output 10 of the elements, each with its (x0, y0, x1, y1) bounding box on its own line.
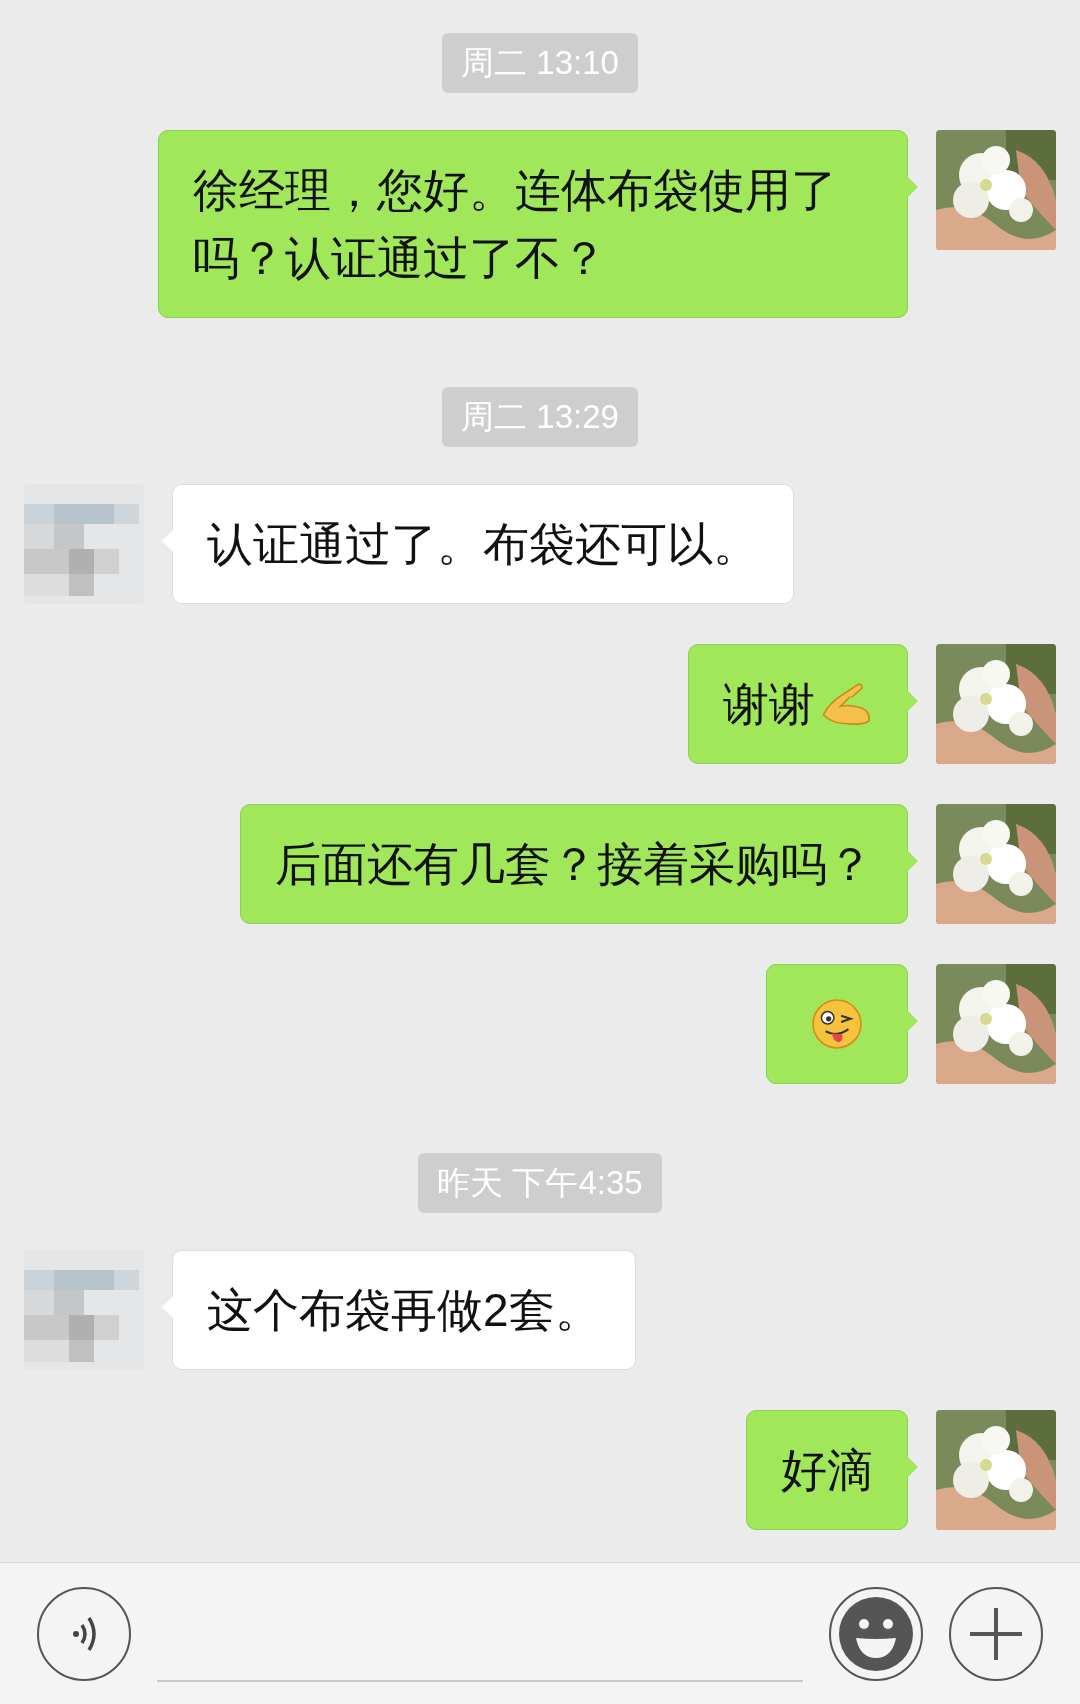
message-bubble: 认证通过了。布袋还可以。 (172, 484, 794, 604)
winking-face-icon (811, 998, 863, 1050)
message-bubble: 后面还有几套？接着采购吗？ (240, 804, 908, 924)
message-bubble: 徐经理，您好。连体布袋使用了吗？认证通过了不？ (158, 130, 908, 318)
message-bubble: 好滴 (746, 1410, 908, 1530)
message-bubble: 这个布袋再做2套。 (172, 1250, 636, 1370)
plus-icon[interactable] (949, 1586, 1043, 1681)
voice-icon[interactable] (37, 1586, 131, 1681)
smiley-icon[interactable] (829, 1586, 923, 1681)
message-text: 谢谢 (723, 677, 815, 732)
